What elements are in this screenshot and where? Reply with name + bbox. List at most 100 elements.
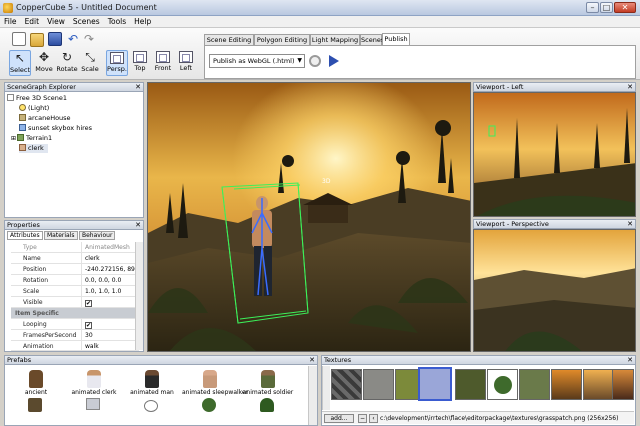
animated-mesh-icon bbox=[19, 144, 26, 151]
view-perspective-button[interactable]: Persp. bbox=[106, 50, 128, 76]
texture-thumbnail[interactable] bbox=[612, 369, 634, 400]
maximize-button[interactable]: □ bbox=[600, 2, 613, 13]
menu-tools[interactable]: Tools bbox=[104, 16, 130, 27]
property-scale[interactable]: Scale 1.0, 1.0, 1.0 bbox=[11, 286, 139, 297]
scenegraph-header: SceneGraph Explorer ✕ bbox=[4, 82, 144, 92]
texture-thumbnail[interactable] bbox=[551, 369, 582, 400]
prefabs-title: Prefabs bbox=[7, 356, 32, 364]
property-position[interactable]: Position-240.272156, 89.419 bbox=[11, 264, 139, 275]
properties-scrollbar[interactable] bbox=[135, 242, 143, 350]
texture-thumbnail-selected[interactable] bbox=[418, 367, 452, 401]
rotate-tool-button[interactable]: ↻ Rotate bbox=[56, 50, 78, 76]
tab-materials[interactable]: Materials bbox=[44, 231, 78, 240]
menu-scenes[interactable]: Scenes bbox=[69, 16, 104, 27]
scale-tool-button[interactable]: ⤡ Scale bbox=[79, 50, 101, 76]
save-icon[interactable] bbox=[48, 32, 62, 46]
prefab-item[interactable]: animated man bbox=[124, 370, 180, 396]
tab-publish[interactable]: Publish bbox=[382, 33, 410, 45]
prefabs-scrollbar[interactable] bbox=[308, 366, 317, 425]
menu-help[interactable]: Help bbox=[130, 16, 155, 27]
tree-item-skybox[interactable]: sunset skybox hires bbox=[19, 124, 92, 133]
prefab-ring-icon[interactable] bbox=[144, 400, 158, 412]
tab-scene-editing[interactable]: Scene Editing bbox=[204, 34, 254, 45]
close-icon[interactable]: ✕ bbox=[627, 356, 633, 364]
looping-checkbox[interactable]: ✔ bbox=[85, 322, 92, 329]
publish-target-select[interactable]: Publish as WebGL (.html) ▼ bbox=[209, 54, 305, 68]
viewport-perspective[interactable] bbox=[473, 229, 636, 352]
move-tool-button[interactable]: ✥ Move bbox=[33, 50, 55, 76]
textures-left-scrollbar[interactable] bbox=[322, 366, 330, 410]
texture-thumbnail[interactable] bbox=[519, 369, 550, 400]
tree-item-arcanehouse[interactable]: arcaneHouse bbox=[19, 114, 71, 123]
open-folder-icon[interactable] bbox=[30, 33, 44, 47]
property-looping[interactable]: Looping ✔ bbox=[11, 319, 139, 330]
menu-view[interactable]: View bbox=[43, 16, 69, 27]
view-left-button[interactable]: Left bbox=[175, 50, 197, 76]
new-file-icon[interactable] bbox=[12, 32, 26, 46]
tab-polygon-editing[interactable]: Polygon Editing bbox=[254, 34, 310, 45]
view-top-button[interactable]: Top bbox=[129, 50, 151, 76]
property-visible[interactable]: Visible ✔ bbox=[11, 297, 139, 308]
select-tool-button[interactable]: ↖ Select bbox=[9, 50, 31, 76]
clerk-character[interactable] bbox=[251, 196, 273, 296]
close-icon[interactable]: ✕ bbox=[135, 83, 141, 91]
tree-item-label: clerk bbox=[28, 144, 44, 152]
prefab-tree-icon[interactable] bbox=[260, 398, 274, 412]
prefab-box-icon[interactable] bbox=[86, 398, 100, 410]
tree-item-clerk[interactable]: clerk bbox=[19, 144, 48, 153]
section-item-specific[interactable]: Item Specific bbox=[11, 308, 139, 319]
tree-item-scene[interactable]: Free 3D Scene1 bbox=[7, 94, 67, 103]
close-button[interactable]: ✕ bbox=[614, 2, 636, 13]
prefab-house-icon[interactable] bbox=[28, 398, 42, 412]
menu-edit[interactable]: Edit bbox=[21, 16, 44, 27]
scenegraph-title: SceneGraph Explorer bbox=[7, 83, 76, 91]
minimize-button[interactable]: – bbox=[586, 2, 599, 13]
tab-light-mapping[interactable]: Light Mapping bbox=[310, 34, 360, 45]
tab-scenes[interactable]: Scenes bbox=[360, 34, 384, 45]
property-rotation[interactable]: Rotation 0.0, 0.0, 0.0 bbox=[11, 275, 139, 286]
select-arrow-icon: ↖ bbox=[14, 51, 26, 65]
scroll-left-icon[interactable]: ‹ bbox=[369, 414, 378, 423]
texture-thumbnail[interactable] bbox=[455, 369, 486, 400]
texture-thumbnail[interactable] bbox=[487, 369, 518, 400]
prefab-item[interactable]: animated clerk bbox=[66, 370, 122, 396]
property-fps[interactable]: FramesPerSecond 30 bbox=[11, 330, 139, 341]
prefab-label: animated soldier bbox=[242, 389, 294, 396]
tree-item-terrain[interactable]: ⊞ Terrain1 bbox=[11, 134, 52, 143]
publish-settings-icon[interactable] bbox=[309, 55, 321, 67]
tree-item-label: sunset skybox hires bbox=[28, 124, 93, 132]
property-animation[interactable]: Animation walk bbox=[11, 341, 139, 351]
prefab-label: animated clerk bbox=[71, 389, 117, 396]
prefab-item[interactable]: animated soldier bbox=[240, 370, 296, 396]
close-icon[interactable]: ✕ bbox=[309, 356, 315, 364]
prefab-plant-icon[interactable] bbox=[202, 398, 216, 412]
texture-thumbnail[interactable] bbox=[331, 369, 362, 400]
redo-icon[interactable]: ↷ bbox=[84, 32, 98, 46]
viewport-perspective-title: Viewport - Perspective bbox=[476, 220, 549, 228]
view-front-button[interactable]: Front bbox=[152, 50, 174, 76]
main-viewport[interactable]: 3D bbox=[147, 82, 471, 352]
close-icon[interactable]: ✕ bbox=[627, 220, 633, 228]
properties-header: Properties ✕ bbox=[4, 220, 144, 230]
close-icon[interactable]: ✕ bbox=[135, 221, 141, 229]
tab-behaviour[interactable]: Behaviour bbox=[79, 231, 116, 240]
texture-thumbnail[interactable] bbox=[363, 369, 394, 400]
undo-icon[interactable]: ↶ bbox=[68, 32, 82, 46]
tab-attributes[interactable]: Attributes bbox=[7, 231, 43, 240]
visible-checkbox[interactable]: ✔ bbox=[85, 300, 92, 307]
viewport-left[interactable] bbox=[473, 92, 636, 217]
prefab-item[interactable]: ancient bbox=[8, 370, 64, 396]
close-icon[interactable]: ✕ bbox=[627, 83, 633, 91]
expand-icon[interactable]: ⊞ bbox=[11, 135, 16, 142]
publish-play-icon[interactable] bbox=[329, 55, 339, 67]
tree-item-label: Free 3D Scene1 bbox=[16, 94, 68, 102]
add-texture-button[interactable]: add... bbox=[324, 414, 354, 423]
prefab-item[interactable]: animated sleepwalker bbox=[182, 370, 248, 396]
menu-file[interactable]: File bbox=[0, 16, 21, 27]
tree-item-light[interactable]: (Light) bbox=[19, 104, 49, 113]
property-name[interactable]: Name clerk bbox=[11, 253, 139, 264]
texture-thumbnail[interactable] bbox=[583, 369, 614, 400]
menu-bar: File Edit View Scenes Tools Help bbox=[0, 16, 640, 28]
publish-panel: Publish as WebGL (.html) ▼ bbox=[204, 45, 636, 79]
remove-texture-icon[interactable]: − bbox=[358, 414, 367, 423]
